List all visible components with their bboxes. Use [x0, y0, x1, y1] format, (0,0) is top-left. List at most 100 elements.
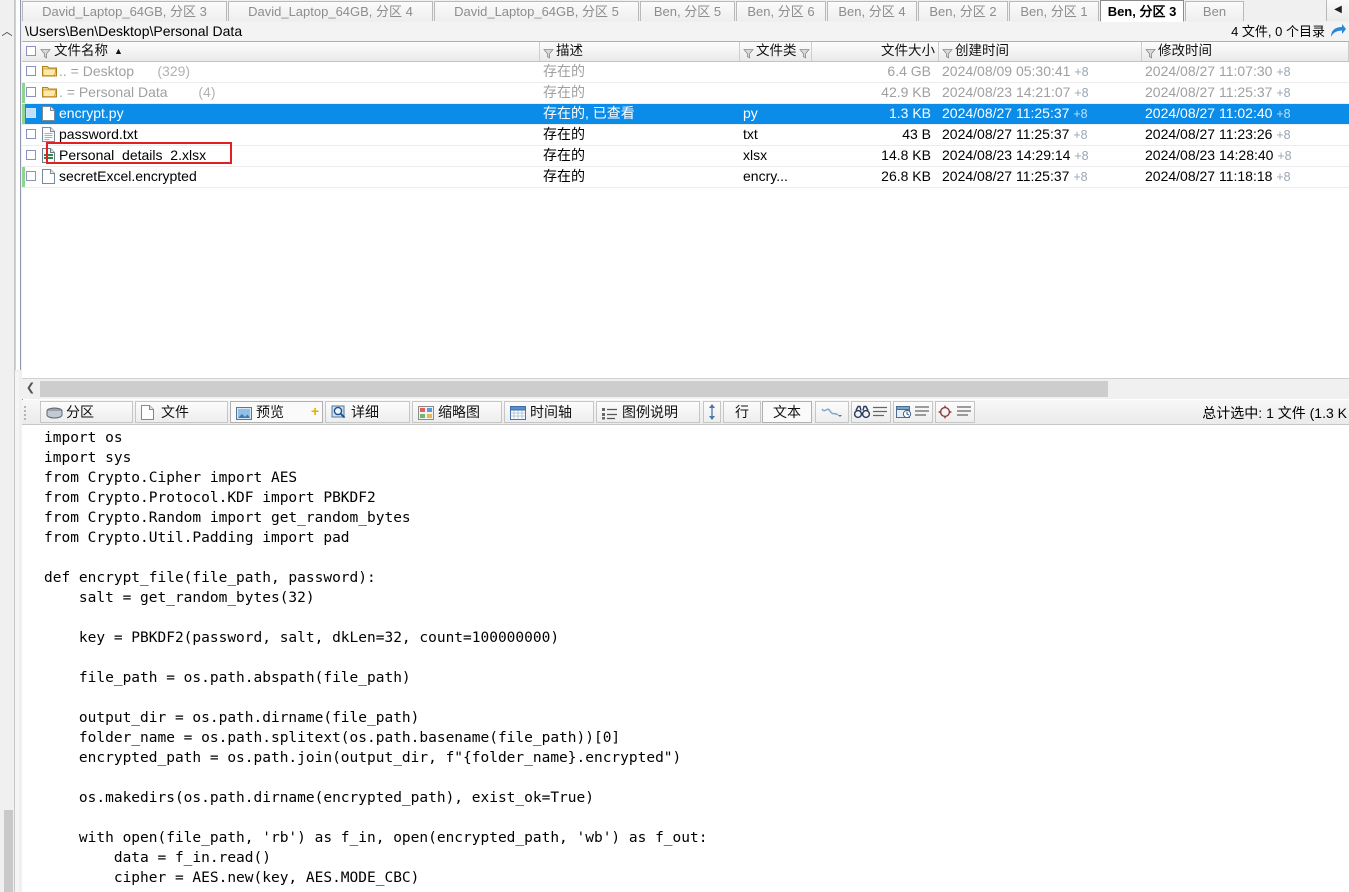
- view-tab-6[interactable]: 图例说明: [596, 401, 700, 423]
- toolbar-small-button-5[interactable]: [893, 401, 933, 423]
- modified-time: 2024/08/27 11:25:37: [1145, 84, 1273, 100]
- file-name[interactable]: Personal_details_2.xlsx: [59, 146, 206, 165]
- toolbar-small-button-label: 文本: [773, 404, 801, 420]
- tab-8[interactable]: Ben, 分区 3: [1100, 0, 1184, 22]
- toolbar-small-button-6[interactable]: [935, 401, 975, 423]
- view-tab-0[interactable]: 分区: [40, 401, 133, 423]
- hscroll-left-arrow-icon[interactable]: ❮: [22, 379, 39, 398]
- left-pane-divider[interactable]: [15, 0, 21, 370]
- toolbar-small-button-0[interactable]: [703, 401, 721, 423]
- toolbar-small-button-2[interactable]: 文本: [762, 401, 812, 423]
- table-row[interactable]: encrypt.py 存在的, 已查看 py 1.3 KB 2024/08/27 11:…: [22, 104, 1349, 125]
- select-all-checkbox[interactable]: [26, 46, 36, 56]
- sort-arrow-icon[interactable]: ▲: [114, 42, 123, 60]
- preview-vertical-scrollbar-thumb[interactable]: [4, 810, 13, 892]
- file-name[interactable]: secretExcel.encrypted: [59, 167, 197, 186]
- column-header-size[interactable]: 文件大小: [812, 42, 939, 61]
- squiggle-icon: [821, 406, 843, 418]
- table-row[interactable]: .. = Desktop (329) 存在的 6.4 GB 2024/08/09 05:…: [22, 62, 1349, 83]
- created-timezone: +8: [1073, 170, 1088, 184]
- page-icon: [141, 405, 157, 420]
- up-folder-icon[interactable]: [1329, 24, 1347, 39]
- total-selected-status: 总计选中: 1 文件 (1.3 K: [1202, 405, 1347, 421]
- filter-icon-name[interactable]: [40, 46, 51, 59]
- filter-icon-created[interactable]: [942, 46, 953, 59]
- tab-scroll-left-button[interactable]: ◀: [1326, 0, 1349, 21]
- modified-time: 2024/08/27 11:02:40: [1145, 105, 1273, 121]
- tab-9[interactable]: Ben: [1185, 1, 1244, 21]
- column-header-modified[interactable]: 修改时间: [1142, 42, 1349, 61]
- column-header-label-name: 文件名称: [54, 43, 108, 58]
- toolbar-small-button-4[interactable]: [851, 401, 891, 423]
- file-description: 存在的: [543, 147, 585, 163]
- view-tab-5[interactable]: 时间轴: [504, 401, 594, 423]
- file-name[interactable]: password.txt: [59, 125, 138, 144]
- file-size: 6.4 GB: [887, 63, 931, 79]
- table-row[interactable]: password.txt 存在的 txt 43 B 2024/08/27 11:25:3…: [22, 125, 1349, 146]
- created-timezone: +8: [1074, 149, 1089, 163]
- file-name[interactable]: .. = Desktop: [59, 62, 134, 81]
- column-header-label-desc: 描述: [556, 43, 583, 58]
- view-tab-2[interactable]: 预览: [230, 401, 323, 423]
- file-name[interactable]: . = Personal Data: [59, 83, 168, 102]
- tab-5[interactable]: Ben, 分区 4: [827, 1, 917, 21]
- legend-icon: [602, 405, 618, 420]
- view-tab-label: 分区: [66, 404, 94, 420]
- modified-timezone: +8: [1276, 170, 1291, 184]
- view-tab-label: 预览: [256, 404, 284, 420]
- file-type: encry...: [743, 168, 788, 184]
- filter-icon-modified[interactable]: [1145, 46, 1156, 59]
- tab-0[interactable]: David_Laptop_64GB, 分区 3: [22, 1, 227, 21]
- view-tab-4[interactable]: 缩略图: [412, 401, 502, 423]
- tab-7[interactable]: Ben, 分区 1: [1009, 1, 1099, 21]
- filter-icon-type[interactable]: [743, 46, 754, 59]
- file-name[interactable]: encrypt.py: [59, 104, 124, 123]
- calendar-list-icon: [896, 405, 930, 419]
- created-time: 2024/08/23 14:29:14: [942, 147, 1071, 163]
- table-row[interactable]: Personal_details_2.xlsx 存在的 xlsx 14.8 KB 202…: [22, 146, 1349, 167]
- view-tab-3[interactable]: 详细: [325, 401, 410, 423]
- column-header-desc[interactable]: 描述: [540, 42, 740, 61]
- file-size: 1.3 KB: [888, 105, 931, 121]
- updown-arrow-icon: [707, 404, 717, 420]
- calendar-icon: [510, 405, 526, 420]
- file-preview-text: import os import sys from Crypto.Cipher …: [22, 425, 1349, 892]
- filter-icon-desc[interactable]: [543, 46, 554, 59]
- column-header-created[interactable]: 创建时间: [939, 42, 1142, 61]
- magnifier-icon: [331, 405, 347, 420]
- hscroll-thumb[interactable]: [40, 381, 1108, 397]
- tab-1[interactable]: David_Laptop_64GB, 分区 4: [228, 1, 433, 21]
- toolbar-small-button-1[interactable]: 行: [723, 401, 761, 423]
- view-tab-label: 时间轴: [530, 404, 572, 420]
- collapse-chevron-icon[interactable]: ︿: [1, 24, 13, 40]
- table-row[interactable]: secretExcel.encrypted 存在的 encry... 26.8 KB 2…: [22, 167, 1349, 188]
- view-tab-label: 文件: [161, 404, 189, 420]
- table-row[interactable]: . = Personal Data (4) 存在的 42.9 KB 2024/08/23…: [22, 83, 1349, 104]
- toolbar-small-button-3[interactable]: [815, 401, 849, 423]
- modified-timezone: +8: [1276, 86, 1291, 100]
- file-description: 存在的: [543, 168, 585, 184]
- view-tab-1[interactable]: 文件: [135, 401, 228, 423]
- tab-3[interactable]: Ben, 分区 5: [640, 1, 735, 21]
- tab-bar: David_Laptop_64GB, 分区 3 David_Laptop_64GB…: [22, 0, 1349, 23]
- view-tab-label: 图例说明: [622, 404, 678, 420]
- file-description: 存在的: [543, 84, 585, 100]
- tab-4[interactable]: Ben, 分区 6: [736, 1, 826, 21]
- filter-icon-type-secondary[interactable]: [798, 42, 812, 61]
- created-timezone: +8: [1073, 107, 1088, 121]
- file-description: 存在的: [543, 126, 585, 142]
- folder-summary: 4 文件, 0 个目录: [1231, 24, 1325, 39]
- modified-time: 2024/08/27 11:18:18: [1145, 168, 1273, 184]
- file-description: 存在的, 已查看: [543, 105, 635, 121]
- current-path[interactable]: \Users\Ben\Desktop\Personal Data: [25, 23, 242, 40]
- toolbar-grip-icon[interactable]: [24, 404, 28, 420]
- file-type: py: [743, 105, 758, 121]
- column-header-name[interactable]: 文件名称 ▲: [22, 42, 540, 61]
- add-tab-plus-icon[interactable]: +: [311, 400, 319, 422]
- column-header-label-created: 创建时间: [955, 43, 1009, 58]
- tab-6[interactable]: Ben, 分区 2: [918, 1, 1008, 21]
- binoculars-list-icon: [853, 405, 888, 419]
- file-size: 42.9 KB: [881, 84, 931, 100]
- file-list-hscrollbar[interactable]: ❮: [22, 378, 1349, 399]
- tab-2[interactable]: David_Laptop_64GB, 分区 5: [434, 1, 639, 21]
